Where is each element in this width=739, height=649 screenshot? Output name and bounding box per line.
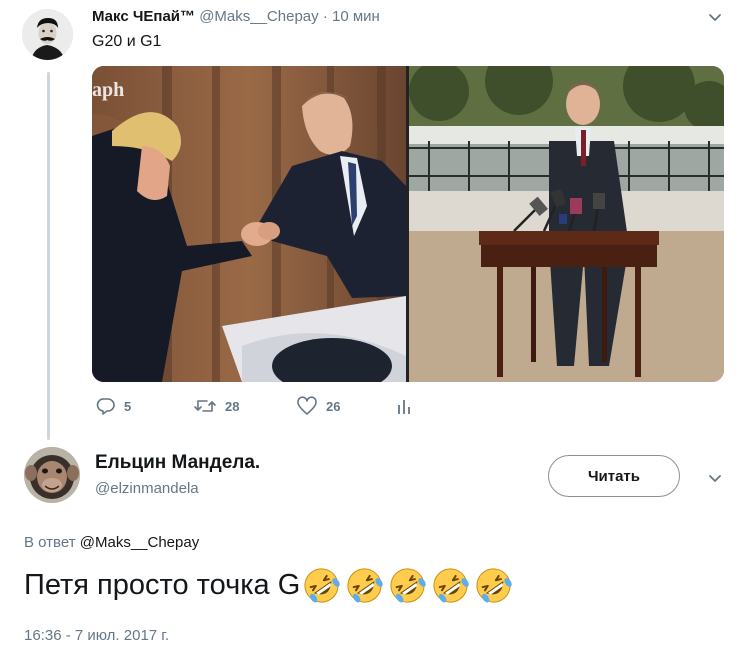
chevron-down-icon [709, 475, 721, 482]
like-count: 26 [326, 398, 341, 414]
avatar[interactable] [24, 447, 80, 503]
tweet-text-content: Петя просто точка G [24, 569, 301, 601]
rolling-on-the-floor-laughing-emoji-icon [304, 568, 341, 603]
avatar-portrait-image [22, 9, 73, 60]
reply-mention-link[interactable]: @Maks__Chepay [80, 534, 199, 551]
author-handle[interactable]: @Maks__Chepay [199, 8, 318, 25]
tweet-text: G20 и G1 [92, 33, 162, 50]
rolling-on-the-floor-laughing-emoji-icon [390, 568, 427, 603]
reply-count: 5 [124, 398, 132, 414]
retweet-count: 28 [225, 398, 240, 414]
like-button[interactable]: 26 [296, 396, 340, 416]
author-name[interactable]: Ельцин Мандела. [95, 452, 260, 474]
author-handle[interactable]: @elzinmandela [95, 480, 199, 497]
tweet-header: Макс ЧЕпай™ @Maks__Chepay · 10 мин [92, 8, 380, 25]
photo-watermark: aph [92, 79, 124, 101]
time-separator: · [322, 8, 328, 25]
thread-connector-line [47, 72, 50, 440]
handshake-photo[interactable]: aph [92, 66, 406, 382]
tweet-menu-button[interactable] [702, 466, 728, 490]
rolling-on-the-floor-laughing-emoji-icon [347, 568, 384, 603]
retweet-button[interactable]: 28 [193, 396, 239, 416]
author-name[interactable]: Макс ЧЕпай™ [92, 8, 195, 25]
chevron-down-icon [709, 14, 721, 21]
retweet-icon [194, 400, 216, 412]
tweet-actions: 5 28 26 [92, 396, 492, 424]
reply-icon [96, 398, 115, 415]
rolling-on-the-floor-laughing-emoji-icon [476, 568, 513, 603]
avatar[interactable] [22, 9, 73, 60]
follow-button[interactable]: Читать [548, 455, 680, 497]
analytics-icon [398, 400, 410, 414]
tweet-text: Петя просто точка G [24, 566, 513, 605]
analytics-button[interactable] [395, 396, 413, 416]
rolling-on-the-floor-laughing-emoji-icon [433, 568, 470, 603]
tweet-timestamp[interactable]: 16:36 - 7 июл. 2017 г. [24, 627, 169, 644]
press-podium-photo[interactable] [409, 66, 724, 382]
reply-prefix: В ответ [24, 534, 76, 551]
emoji-row [302, 566, 513, 605]
reply-button[interactable]: 5 [96, 396, 131, 416]
like-icon [297, 396, 317, 415]
tweet-menu-button[interactable] [702, 6, 728, 28]
reply-context: В ответ @Maks__Chepay [24, 534, 199, 551]
tweet-time[interactable]: 10 мин [332, 8, 380, 25]
chimp-avatar-image [24, 447, 80, 503]
tweet-media[interactable]: aph [92, 66, 724, 382]
